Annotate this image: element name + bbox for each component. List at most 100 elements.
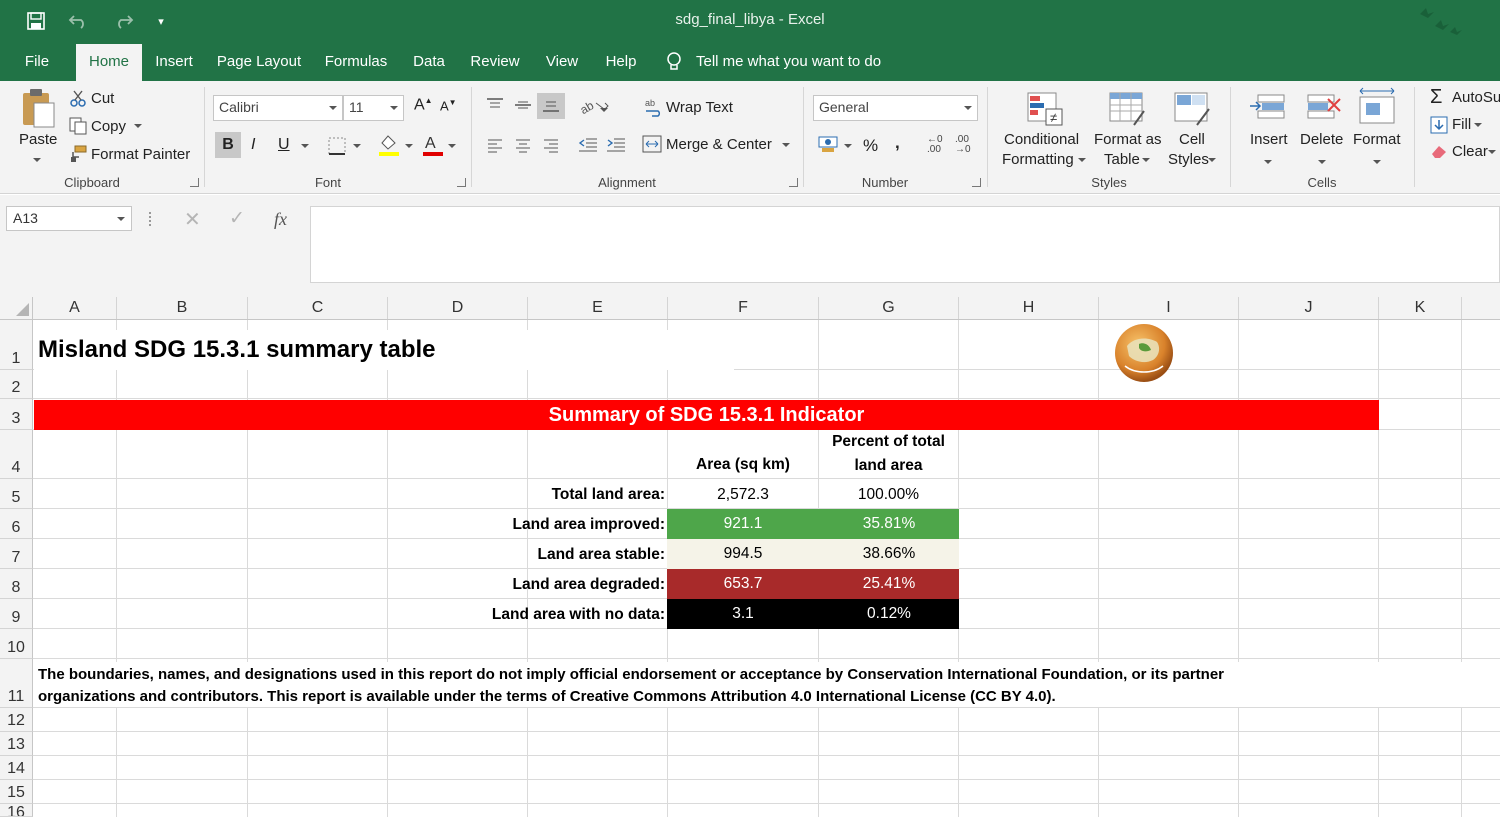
fill-color-icon[interactable] xyxy=(378,133,400,160)
number-launcher-icon[interactable] xyxy=(972,178,981,187)
degraded-label[interactable]: Land area degraded: xyxy=(388,571,665,599)
stable-area[interactable]: 994.5 xyxy=(667,539,819,569)
conditional-formatting-label-2[interactable]: Formatting xyxy=(1002,151,1074,168)
number-format-dropdown[interactable]: General xyxy=(813,95,978,121)
format-cells-dropdown-icon[interactable] xyxy=(1373,153,1381,170)
underline-button[interactable]: U xyxy=(278,136,290,154)
merge-center-button[interactable]: Merge & Center xyxy=(666,136,772,153)
total-land-label[interactable]: Total land area: xyxy=(388,481,665,509)
clear-dropdown-icon[interactable] xyxy=(1488,143,1496,160)
fill-icon[interactable] xyxy=(1430,116,1448,137)
cut-button[interactable]: Cut xyxy=(91,90,114,107)
orientation-dropdown-icon[interactable] xyxy=(600,101,608,118)
total-land-pct[interactable]: 100.00% xyxy=(819,481,958,509)
comma-button[interactable]: , xyxy=(895,133,900,153)
summary-banner[interactable]: Summary of SDG 15.3.1 Indicator xyxy=(34,400,1379,430)
tab-file[interactable]: File xyxy=(14,42,60,81)
row-header-6[interactable]: 6 xyxy=(0,509,33,539)
row-header-1[interactable]: 1 xyxy=(0,320,33,370)
tab-review[interactable]: Review xyxy=(466,42,524,81)
disclaimer-line-1[interactable]: The boundaries, names, and designations … xyxy=(34,662,1474,686)
confirm-entry-icon[interactable]: ✓ xyxy=(229,207,245,230)
row-header-9[interactable]: 9 xyxy=(0,599,33,629)
tab-help[interactable]: Help xyxy=(600,42,642,81)
total-land-area[interactable]: 2,572.3 xyxy=(668,481,818,509)
percent-button[interactable]: % xyxy=(863,136,878,156)
row-header-2[interactable]: 2 xyxy=(0,370,33,399)
stable-pct[interactable]: 38.66% xyxy=(819,539,959,569)
stable-label[interactable]: Land area stable: xyxy=(388,541,666,569)
increase-font-size-icon[interactable]: A▲ xyxy=(414,96,433,114)
font-color-icon[interactable]: A xyxy=(422,133,444,160)
font-launcher-icon[interactable] xyxy=(457,178,466,187)
cut-icon[interactable] xyxy=(69,89,87,110)
conditional-formatting-dropdown-icon[interactable] xyxy=(1078,151,1086,168)
paste-dropdown-icon[interactable] xyxy=(33,151,41,168)
decrease-indent-icon[interactable] xyxy=(578,136,598,157)
row-header-7[interactable]: 7 xyxy=(0,539,33,569)
format-as-table-dropdown-icon[interactable] xyxy=(1142,151,1150,168)
wrap-text-button[interactable]: Wrap Text xyxy=(666,99,733,116)
no-data-area[interactable]: 3.1 xyxy=(667,599,819,629)
cell-styles-dropdown-icon[interactable] xyxy=(1208,151,1216,168)
row-header-8[interactable]: 8 xyxy=(0,569,33,599)
row-header-3[interactable]: 3 xyxy=(0,399,33,430)
format-painter-button[interactable]: Format Painter xyxy=(91,146,190,163)
fill-color-dropdown-icon[interactable] xyxy=(405,137,413,154)
insert-cells-icon[interactable] xyxy=(1248,89,1286,128)
column-header-e[interactable]: E xyxy=(528,297,668,319)
column-header-j[interactable]: J xyxy=(1239,297,1379,319)
insert-cells-dropdown-icon[interactable] xyxy=(1264,153,1272,170)
column-header-k[interactable]: K xyxy=(1379,297,1462,319)
italic-button[interactable]: I xyxy=(251,136,255,154)
degraded-pct[interactable]: 25.41% xyxy=(819,569,959,599)
currency-icon[interactable] xyxy=(818,135,840,156)
autosum-button[interactable]: AutoSu xyxy=(1452,89,1500,106)
copy-dropdown-icon[interactable] xyxy=(134,117,142,134)
improved-pct[interactable]: 35.81% xyxy=(819,509,959,539)
row-header-14[interactable]: 14 xyxy=(0,756,33,780)
conditional-formatting-icon[interactable]: ≠ xyxy=(1026,91,1064,130)
underline-dropdown-icon[interactable] xyxy=(301,137,309,154)
disclaimer-line-2[interactable]: organizations and contributors. This rep… xyxy=(34,686,1474,707)
borders-icon[interactable] xyxy=(328,137,346,158)
font-name-dropdown[interactable]: Calibri xyxy=(213,95,343,121)
insert-function-icon[interactable]: fx xyxy=(274,209,287,230)
align-left-icon[interactable] xyxy=(486,137,504,156)
format-as-table-label-2[interactable]: Table xyxy=(1104,151,1140,168)
formula-bar-grip-icon[interactable] xyxy=(149,212,152,226)
cancel-entry-icon[interactable]: ✕ xyxy=(184,207,201,232)
decrease-decimal-icon[interactable]: .00 →0 xyxy=(955,135,971,155)
row-header-16[interactable]: 16 xyxy=(0,804,33,817)
alignment-launcher-icon[interactable] xyxy=(789,178,798,187)
tab-page-layout[interactable]: Page Layout xyxy=(214,42,304,81)
wrap-text-icon[interactable]: ab xyxy=(644,97,664,120)
column-header-f[interactable]: F xyxy=(668,297,819,319)
tab-data[interactable]: Data xyxy=(408,42,450,81)
autosum-icon[interactable]: Σ xyxy=(1430,86,1442,109)
delete-cells-button[interactable]: Delete xyxy=(1300,131,1343,148)
tab-view[interactable]: View xyxy=(540,42,584,81)
cell-styles-label-2[interactable]: Styles xyxy=(1168,151,1209,168)
format-as-table-icon[interactable] xyxy=(1108,91,1146,130)
row-header-13[interactable]: 13 xyxy=(0,732,33,756)
format-cells-icon[interactable] xyxy=(1358,87,1396,128)
column-header-a[interactable]: A xyxy=(33,297,117,319)
align-right-icon[interactable] xyxy=(542,137,560,156)
tell-me-search[interactable]: Tell me what you want to do xyxy=(694,42,888,81)
clipboard-launcher-icon[interactable] xyxy=(190,178,199,187)
align-bottom-icon[interactable] xyxy=(537,93,565,119)
header-percent-line-2[interactable]: land area xyxy=(819,454,958,478)
degraded-area[interactable]: 653.7 xyxy=(667,569,819,599)
clear-button[interactable]: Clear xyxy=(1452,143,1488,160)
insert-cells-button[interactable]: Insert xyxy=(1250,131,1288,148)
improved-label[interactable]: Land area improved: xyxy=(388,511,665,539)
column-header-i[interactable]: I xyxy=(1099,297,1239,319)
cell-styles-label-1[interactable]: Cell xyxy=(1179,131,1205,148)
align-top-icon[interactable] xyxy=(485,97,505,116)
row-header-4[interactable]: 4 xyxy=(0,430,33,479)
tab-formulas[interactable]: Formulas xyxy=(320,42,392,81)
tab-home[interactable]: Home xyxy=(76,44,142,81)
row-header-15[interactable]: 15 xyxy=(0,780,33,804)
format-cells-button[interactable]: Format xyxy=(1353,131,1401,148)
